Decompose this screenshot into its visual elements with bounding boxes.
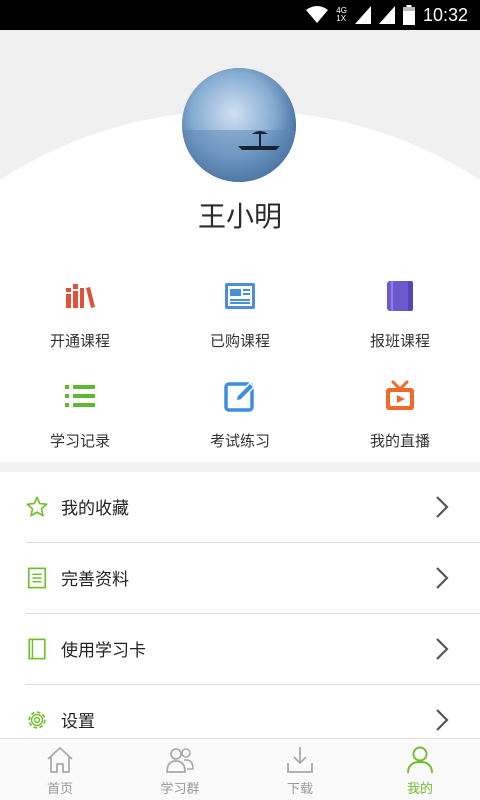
feature-grid: 开通课程 已购课程 报班课程 学习记录 考试练习 我的直播 — [0, 270, 480, 462]
gear-icon — [28, 711, 46, 729]
person-icon — [407, 746, 433, 774]
list-icon — [65, 385, 95, 407]
boat-image — [182, 68, 296, 182]
chevron-right-icon — [436, 709, 449, 731]
tab-label: 下载 — [286, 782, 313, 797]
status-icons: 4G 1X 10:32 — [306, 0, 468, 30]
feature-my-live[interactable]: 我的直播 — [320, 370, 480, 462]
tab-study-group[interactable]: 学习群 — [120, 739, 240, 800]
feature-label: 开通课程 — [49, 332, 110, 350]
signal-icon — [354, 6, 371, 24]
document-icon — [27, 567, 47, 589]
tab-label: 我的 — [406, 782, 433, 797]
feature-label: 报班课程 — [369, 332, 430, 350]
network-type-bottom: 1X — [336, 14, 347, 23]
wifi-icon — [306, 6, 329, 23]
feature-row: 开通课程 已购课程 报班课程 — [0, 270, 480, 370]
books-icon — [66, 284, 95, 308]
tv-icon — [386, 380, 414, 410]
tab-label: 学习群 — [160, 782, 200, 797]
username: 王小明 — [197, 200, 282, 233]
feature-label: 学习记录 — [49, 432, 110, 450]
chevron-right-icon — [436, 496, 449, 518]
battery-icon — [402, 5, 415, 25]
download-icon — [287, 747, 313, 773]
avatar[interactable] — [182, 68, 296, 182]
edit-icon — [224, 381, 256, 412]
tab-home[interactable]: 首页 — [0, 739, 120, 800]
home-icon — [47, 747, 73, 773]
newspaper-icon — [225, 283, 255, 309]
bottom-tab-bar: 首页 学习群 下载 我的 — [0, 738, 480, 800]
status-bar: 4G 1X 10:32 — [0, 0, 480, 30]
menu-item-favorites[interactable]: 我的收藏 — [0, 472, 480, 543]
group-icon — [166, 748, 194, 773]
feature-label: 考试练习 — [209, 432, 270, 450]
chevron-right-icon — [436, 567, 449, 589]
menu-item-study-card[interactable]: 使用学习卡 — [0, 614, 480, 685]
feature-exam-practice[interactable]: 考试练习 — [160, 370, 320, 462]
notebook-icon — [387, 281, 413, 311]
menu-item-profile-info[interactable]: 完善资料 — [0, 543, 480, 614]
menu-item-label: 我的收藏 — [61, 499, 129, 519]
menu-item-settings[interactable]: 设置 — [0, 685, 480, 738]
network-type: 4G 1X — [336, 7, 347, 23]
tab-download[interactable]: 下载 — [240, 739, 360, 800]
feature-class-courses[interactable]: 报班课程 — [320, 270, 480, 370]
profile-header: 王小明 开通课程 已购课程 报班课程 学习记录 考试练习 我的直播 — [0, 30, 480, 462]
signal-icon — [378, 6, 395, 24]
feature-purchased-courses[interactable]: 已购课程 — [160, 270, 320, 370]
card-icon — [28, 638, 46, 660]
menu-item-label: 使用学习卡 — [61, 641, 146, 661]
feature-study-records[interactable]: 学习记录 — [0, 370, 160, 462]
menu-item-label: 设置 — [61, 712, 95, 732]
feature-row: 学习记录 考试练习 我的直播 — [0, 370, 480, 462]
chevron-right-icon — [436, 638, 449, 660]
menu-list: 我的收藏 完善资料 使用学习卡 设置 — [0, 472, 480, 738]
feature-label: 我的直播 — [369, 432, 430, 450]
feature-label: 已购课程 — [209, 332, 270, 350]
tab-label: 首页 — [46, 782, 73, 797]
feature-open-courses[interactable]: 开通课程 — [0, 270, 160, 370]
clock: 10:32 — [422, 4, 468, 25]
star-icon — [26, 496, 48, 517]
tab-mine[interactable]: 我的 — [360, 739, 480, 800]
menu-item-label: 完善资料 — [61, 570, 129, 590]
